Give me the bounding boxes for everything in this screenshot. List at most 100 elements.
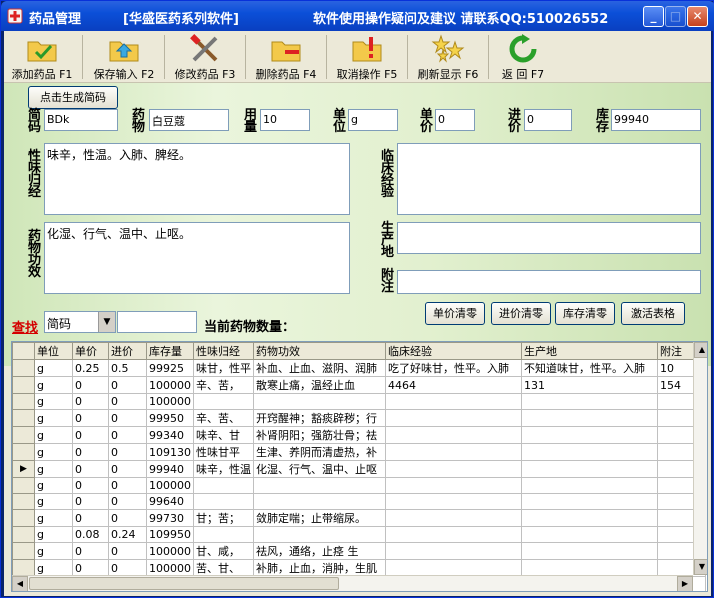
table-cell[interactable]: 0 bbox=[108, 559, 147, 577]
column-header[interactable]: 药物功效 bbox=[253, 342, 386, 360]
table-cell[interactable] bbox=[521, 443, 658, 461]
table-cell[interactable]: 0 bbox=[72, 509, 109, 527]
table-cell[interactable]: 0 bbox=[108, 409, 147, 427]
chevron-down-icon[interactable]: ▼ bbox=[98, 312, 115, 332]
table-cell[interactable]: 敛肺定喘；止带缩尿。 bbox=[253, 509, 386, 527]
horizontal-scrollbar[interactable]: ◀ ▶ bbox=[12, 575, 693, 591]
cost-field[interactable]: 0 bbox=[524, 109, 572, 131]
table-cell[interactable] bbox=[521, 477, 658, 494]
table-row[interactable]: g 0 0 100000 辛、苦， 散寒止痛，温经止血 4464 131 154 bbox=[12, 376, 706, 394]
table-cell[interactable]: 0 bbox=[72, 477, 109, 494]
table-cell[interactable]: g bbox=[34, 443, 73, 461]
table-cell[interactable]: 99730 bbox=[146, 509, 194, 527]
table-cell[interactable] bbox=[193, 526, 254, 543]
table-cell[interactable]: g bbox=[34, 509, 73, 527]
table-cell[interactable] bbox=[253, 393, 386, 410]
minimize-button[interactable]: _ bbox=[643, 6, 664, 27]
table-cell[interactable]: 味辛，性温 bbox=[193, 460, 254, 478]
table-cell[interactable] bbox=[385, 493, 522, 510]
column-header[interactable]: 库存量 bbox=[146, 342, 194, 360]
table-cell[interactable]: g bbox=[34, 460, 73, 478]
table-row[interactable]: g 0 0 100000 bbox=[12, 393, 706, 410]
table-cell[interactable]: 4464 bbox=[385, 376, 522, 394]
table-cell[interactable]: 0 bbox=[108, 426, 147, 444]
table-cell[interactable]: 补血、止血、滋阴、润肺 bbox=[253, 359, 386, 377]
table-cell[interactable]: g bbox=[34, 393, 73, 410]
table-cell[interactable]: 100000 bbox=[146, 477, 194, 494]
table-cell[interactable]: g bbox=[34, 376, 73, 394]
table-cell[interactable]: g bbox=[34, 359, 73, 377]
table-cell[interactable]: 100000 bbox=[146, 376, 194, 394]
table-cell[interactable] bbox=[193, 493, 254, 510]
table-cell[interactable] bbox=[521, 493, 658, 510]
column-header[interactable]: 临床经验 bbox=[385, 342, 522, 360]
table-cell[interactable]: 生津、养阴而清虚热，补 bbox=[253, 443, 386, 461]
effect-textarea[interactable]: 化湿、行气、温中、止呕。 bbox=[44, 222, 350, 294]
add-drug-button[interactable]: 添加药品 F1 bbox=[4, 33, 80, 81]
search-input[interactable] bbox=[117, 311, 197, 333]
table-cell[interactable] bbox=[521, 509, 658, 527]
table-cell[interactable]: 100000 bbox=[146, 393, 194, 410]
table-cell[interactable]: g bbox=[34, 526, 73, 543]
table-cell[interactable]: 0 bbox=[108, 542, 147, 560]
table-cell[interactable] bbox=[521, 393, 658, 410]
table-cell[interactable]: 辛、苦、 bbox=[193, 409, 254, 427]
table-cell[interactable]: 0.08 bbox=[72, 526, 109, 543]
table-cell[interactable]: 100000 bbox=[146, 542, 194, 560]
table-row[interactable]: g 0.25 0.5 99925 味甘，性平 补血、止血、滋阴、润肺 吃了好味甘，性平。入肺… bbox=[12, 359, 706, 377]
column-header[interactable]: 单位 bbox=[34, 342, 73, 360]
table-cell[interactable]: 0.5 bbox=[108, 359, 147, 377]
table-row[interactable]: g 0 0 99950 辛、苦、 开窍醒神；豁痰辟秽；行 bbox=[12, 409, 706, 427]
row-indicator[interactable] bbox=[12, 493, 35, 510]
table-row[interactable]: g 0 0 100000 bbox=[12, 477, 706, 494]
dose-field[interactable]: 10 bbox=[260, 109, 310, 131]
table-cell[interactable]: 祛风，通络，止痉 生 bbox=[253, 542, 386, 560]
table-cell[interactable]: 补肾阴阳；强筋壮骨；祛 bbox=[253, 426, 386, 444]
table-cell[interactable]: 0 bbox=[72, 443, 109, 461]
table-cell[interactable]: 开窍醒神；豁痰辟秽；行 bbox=[253, 409, 386, 427]
table-cell[interactable]: 0 bbox=[108, 443, 147, 461]
clinical-textarea[interactable] bbox=[397, 143, 701, 215]
table-cell[interactable] bbox=[521, 559, 658, 577]
row-indicator[interactable] bbox=[12, 509, 35, 527]
edit-drug-button[interactable]: 修改药品 F3 bbox=[167, 33, 243, 81]
table-cell[interactable] bbox=[521, 460, 658, 478]
table-cell[interactable] bbox=[253, 493, 386, 510]
table-cell[interactable]: 0 bbox=[72, 559, 109, 577]
drug-grid[interactable]: 单位 单价 进价 库存量 性味归经 药物功效 临床经验 生产地 附注 g 0.25 0.5 99925… bbox=[11, 341, 708, 592]
table-cell[interactable]: 0 bbox=[72, 376, 109, 394]
code-field[interactable]: BDk bbox=[44, 109, 118, 131]
table-cell[interactable] bbox=[385, 409, 522, 427]
table-cell[interactable] bbox=[193, 477, 254, 494]
table-cell[interactable] bbox=[193, 393, 254, 410]
search-field-select[interactable]: 简码 ▼ bbox=[44, 311, 116, 333]
scroll-up-icon[interactable]: ▲ bbox=[694, 342, 707, 358]
table-cell[interactable]: g bbox=[34, 493, 73, 510]
table-cell[interactable] bbox=[385, 542, 522, 560]
table-row[interactable]: g 0 0 100000 苦、甘、 补肺，止血，消肿，生肌 bbox=[12, 559, 706, 577]
scroll-right-icon[interactable]: ▶ bbox=[677, 576, 693, 591]
table-cell[interactable] bbox=[385, 526, 522, 543]
table-cell[interactable]: 味辛、甘 bbox=[193, 426, 254, 444]
row-indicator[interactable] bbox=[12, 477, 35, 494]
table-cell[interactable] bbox=[385, 443, 522, 461]
table-cell[interactable]: 吃了好味甘，性平。入肺 bbox=[385, 359, 522, 377]
cancel-operation-button[interactable]: 取消操作 F5 bbox=[329, 33, 405, 81]
table-cell[interactable]: 0 bbox=[72, 493, 109, 510]
table-cell[interactable]: 0 bbox=[108, 460, 147, 478]
table-cell[interactable]: 甘；苦； bbox=[193, 509, 254, 527]
return-button[interactable]: 返 回 F7 bbox=[491, 33, 555, 81]
table-cell[interactable] bbox=[385, 426, 522, 444]
save-input-button[interactable]: 保存输入 F2 bbox=[86, 33, 162, 81]
scroll-down-icon[interactable]: ▼ bbox=[694, 559, 707, 575]
table-row[interactable]: g 0 0 99640 bbox=[12, 493, 706, 510]
table-cell[interactable]: 0.25 bbox=[72, 359, 109, 377]
table-cell[interactable]: 99340 bbox=[146, 426, 194, 444]
table-cell[interactable]: 味甘，性平 bbox=[193, 359, 254, 377]
scroll-left-icon[interactable]: ◀ bbox=[12, 576, 28, 591]
refresh-button[interactable]: 刷新显示 F6 bbox=[410, 33, 486, 81]
row-indicator[interactable] bbox=[12, 393, 35, 410]
table-cell[interactable] bbox=[521, 409, 658, 427]
row-indicator[interactable] bbox=[12, 359, 35, 377]
table-row[interactable]: ▶ g 0 0 99940 味辛，性温 化湿、行气、温中、止呕 bbox=[12, 460, 706, 478]
